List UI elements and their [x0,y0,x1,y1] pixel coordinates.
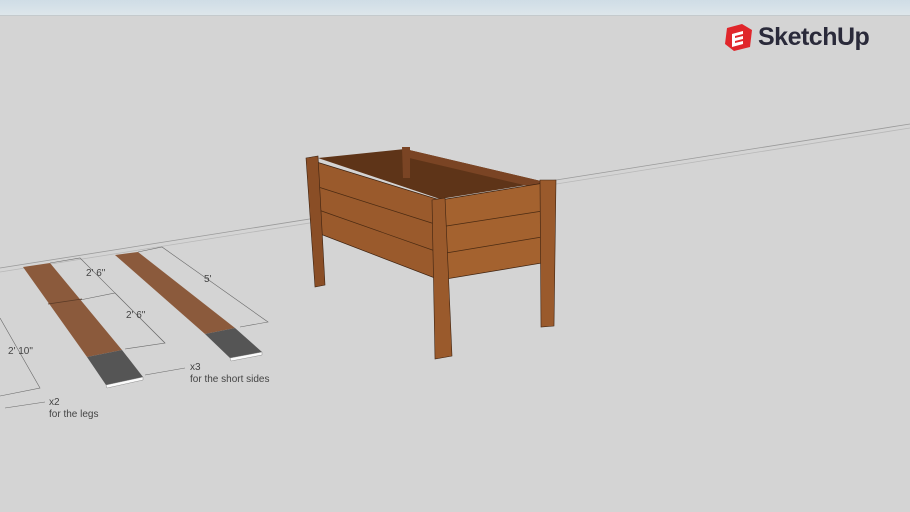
dimension-label: 2' 10" [8,346,33,357]
sketchup-logo: SketchUp [724,22,870,52]
dimension-label: 2' 6" [86,268,106,279]
annotation-count: x2 [49,397,60,408]
annotation-note: for the short sides [190,374,270,385]
sketchup-logo-text: SketchUp [758,22,870,51]
annotation-count: x3 [190,362,201,373]
planter-box-model [305,147,557,360]
sketchup-logo-icon [725,24,752,51]
annotation-note: for the legs [49,409,99,420]
board-short-sides [115,252,263,362]
3d-viewport[interactable] [0,15,910,512]
dimension-label: 5' [204,274,212,285]
dimension-label: 2' 6" [126,310,146,321]
board-legs [23,263,144,389]
window-title-bar [0,0,910,16]
